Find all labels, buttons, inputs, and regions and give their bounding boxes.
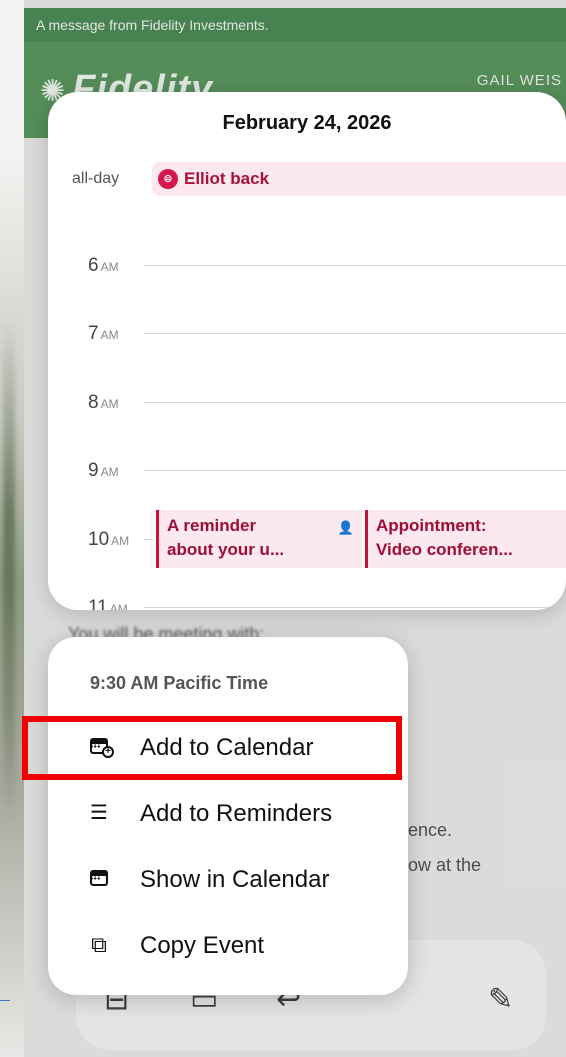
event-title-line-1: A reminder — [167, 516, 257, 535]
hour-row: 9 AM — [48, 460, 566, 481]
hour-row: 11 AM — [48, 597, 566, 610]
calendar-preview-card: February 24, 2026 all-day ⊜ Elliot back … — [48, 92, 566, 610]
all-day-label: all-day — [72, 170, 120, 187]
highlight-box — [22, 716, 402, 780]
menu-item-label: Show in Calendar — [140, 866, 330, 893]
hour-row: 8 AM — [48, 392, 566, 413]
event-title-line-2: Video conferen... — [376, 540, 513, 559]
hour-gridline — [144, 333, 566, 334]
list-icon: ☰ — [90, 802, 108, 824]
menu-item-label: Copy Event — [140, 932, 265, 959]
all-day-event-title: Elliot back — [184, 169, 270, 188]
menu-item-copy-event[interactable]: ⧉ Copy Event — [48, 918, 408, 978]
menu-time-header: 9:30 AM Pacific Time — [90, 673, 269, 693]
event-badge-icon: ⊜ — [158, 169, 178, 189]
hour-label: 6 AM — [88, 255, 119, 276]
edge-marker — [0, 1000, 10, 1001]
all-day-event: ⊜ Elliot back — [152, 162, 566, 196]
event-block: A reminder about your u... 👤 — [156, 510, 362, 568]
hour-label: 7 AM — [88, 323, 119, 344]
hour-gridline — [144, 607, 566, 608]
hour-gridline — [144, 402, 566, 403]
menu-item-label: Add to Reminders — [140, 800, 333, 827]
menu-item-show-in-calendar[interactable]: Show in Calendar — [48, 852, 408, 912]
copy-icon: ⧉ — [91, 932, 107, 957]
hour-label: 10 AM — [88, 529, 130, 550]
invitee-icon: 👤 — [337, 520, 354, 535]
hour-row: 7 AM — [48, 323, 566, 344]
menu-item-add-to-reminders[interactable]: ☰ Add to Reminders — [48, 786, 408, 846]
event-block: Appointment: Video conferen... — [365, 510, 566, 568]
calendar-date-title: February 24, 2026 — [222, 112, 392, 134]
hour-label: 8 AM — [88, 392, 119, 413]
hour-label: 11 AM — [88, 597, 128, 610]
hour-row: 6 AM — [48, 255, 566, 276]
event-context-menu: 9:30 AM Pacific Time + Add to Calendar ☰… — [48, 637, 408, 995]
hour-gridline — [144, 470, 566, 471]
calendar-icon — [86, 866, 112, 892]
hour-label: 9 AM — [88, 460, 119, 481]
event-title-line-2: about your u... — [167, 540, 285, 559]
event-title-line-1: Appointment: — [376, 516, 487, 535]
hour-gridline — [144, 265, 566, 266]
hour-gridline — [144, 539, 154, 540]
